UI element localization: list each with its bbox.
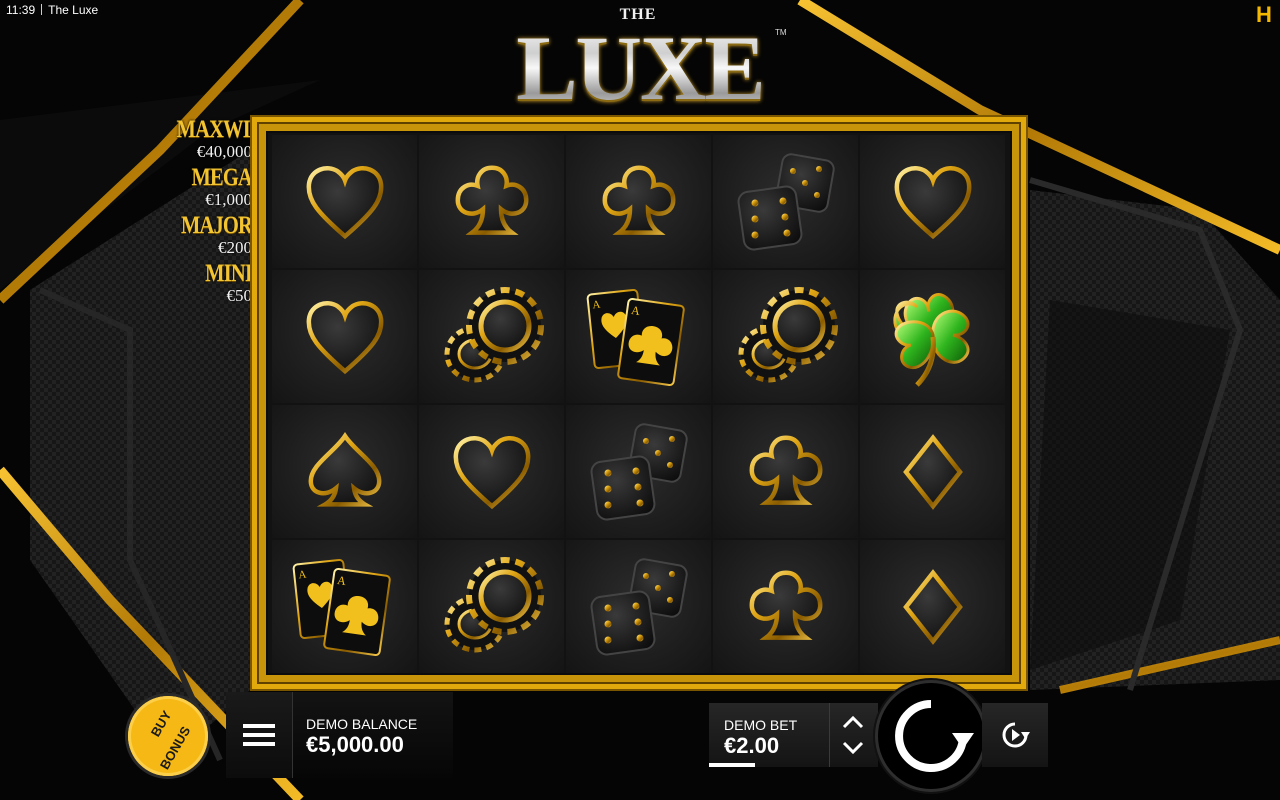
jackpot-list: MAXWIN €40,000 MEGA €1,000 MAJOR €200 MI… bbox=[160, 116, 265, 310]
heart-icon bbox=[300, 157, 390, 247]
buy-bonus-button[interactable]: BUY BONUS bbox=[128, 696, 208, 776]
reel-cell bbox=[860, 270, 1005, 403]
provider-logo-icon: H bbox=[1256, 2, 1272, 27]
menu-button[interactable] bbox=[226, 692, 292, 778]
svg-text:A: A bbox=[297, 568, 306, 581]
chips-icon bbox=[437, 552, 547, 662]
status-time: 11:39 bbox=[6, 3, 36, 17]
dice-icon bbox=[584, 552, 694, 662]
club-icon bbox=[447, 157, 537, 247]
reel-cell bbox=[860, 405, 1005, 538]
bet-label: DEMO BET bbox=[724, 717, 798, 733]
heart-icon bbox=[888, 157, 978, 247]
chips-icon bbox=[731, 282, 841, 392]
reel-cell bbox=[713, 270, 858, 403]
diamond-icon bbox=[888, 427, 978, 517]
balance-label: DEMO BALANCE bbox=[306, 716, 418, 732]
bet-panel[interactable]: DEMO BET €2.00 bbox=[709, 703, 829, 767]
autoplay-icon bbox=[1002, 722, 1030, 748]
reel-cell bbox=[419, 270, 564, 403]
reel-cell bbox=[419, 405, 564, 538]
reel-cell bbox=[272, 270, 417, 403]
autoplay-button[interactable] bbox=[982, 703, 1048, 767]
jackpot-value: €200 bbox=[218, 238, 252, 257]
reel-cell bbox=[566, 405, 711, 538]
game-title: LUXE bbox=[490, 18, 790, 118]
menu-icon bbox=[243, 719, 275, 751]
status-app-name: The Luxe bbox=[48, 3, 99, 17]
jackpot-name: MINI bbox=[205, 260, 253, 287]
reel-cell bbox=[566, 540, 711, 673]
jackpot-value: €50 bbox=[226, 286, 253, 305]
reel-cell bbox=[419, 135, 564, 268]
club-icon bbox=[594, 157, 684, 247]
chips-icon bbox=[437, 282, 547, 392]
spin-icon bbox=[895, 700, 974, 772]
bet-value: €2.00 bbox=[724, 733, 780, 758]
reel-cell: A A bbox=[272, 540, 417, 673]
clover-icon bbox=[873, 277, 993, 397]
reel-cell bbox=[419, 540, 564, 673]
jackpot-name: MAXWIN bbox=[176, 116, 265, 143]
reel-cell bbox=[713, 405, 858, 538]
bet-decrease-button[interactable] bbox=[842, 737, 864, 759]
aces-icon: A A bbox=[579, 282, 699, 392]
spade-icon bbox=[300, 427, 390, 517]
reel-cell: A A bbox=[566, 270, 711, 403]
reel-cell bbox=[860, 540, 1005, 673]
svg-text:A: A bbox=[591, 298, 600, 311]
dice-icon bbox=[731, 147, 841, 257]
reel-cell bbox=[860, 135, 1005, 268]
bet-increase-button[interactable] bbox=[842, 711, 864, 733]
jackpot-value: €1,000 bbox=[205, 190, 252, 209]
reel-cell bbox=[272, 405, 417, 538]
status-bar: 11:39 The Luxe bbox=[6, 3, 98, 17]
bet-stepper bbox=[829, 703, 878, 767]
balance-panel: DEMO BALANCE €5,000.00 bbox=[292, 692, 453, 778]
bet-level-bar bbox=[709, 763, 755, 767]
dice-icon bbox=[584, 417, 694, 527]
balance-value: €5,000.00 bbox=[306, 732, 404, 757]
reel-cell bbox=[713, 540, 858, 673]
jackpot-name: MEGA bbox=[191, 164, 252, 191]
heart-icon bbox=[300, 292, 390, 382]
status-separator bbox=[41, 4, 43, 15]
heart-icon bbox=[447, 427, 537, 517]
reel-cell bbox=[566, 135, 711, 268]
reel-cell bbox=[713, 135, 858, 268]
chevron-down-icon bbox=[842, 741, 864, 755]
reel-cell bbox=[272, 135, 417, 268]
chevron-up-icon bbox=[842, 715, 864, 729]
reel-grid: A A A A bbox=[272, 135, 1005, 673]
aces-icon: A A bbox=[285, 552, 405, 662]
jackpot-value: €40,000 bbox=[196, 142, 252, 161]
diamond-icon bbox=[888, 562, 978, 652]
club-icon bbox=[741, 562, 831, 652]
jackpot-name: MAJOR bbox=[180, 212, 253, 239]
club-icon bbox=[741, 427, 831, 517]
spin-button[interactable] bbox=[878, 683, 984, 789]
trademark-mark: TM bbox=[775, 28, 787, 37]
